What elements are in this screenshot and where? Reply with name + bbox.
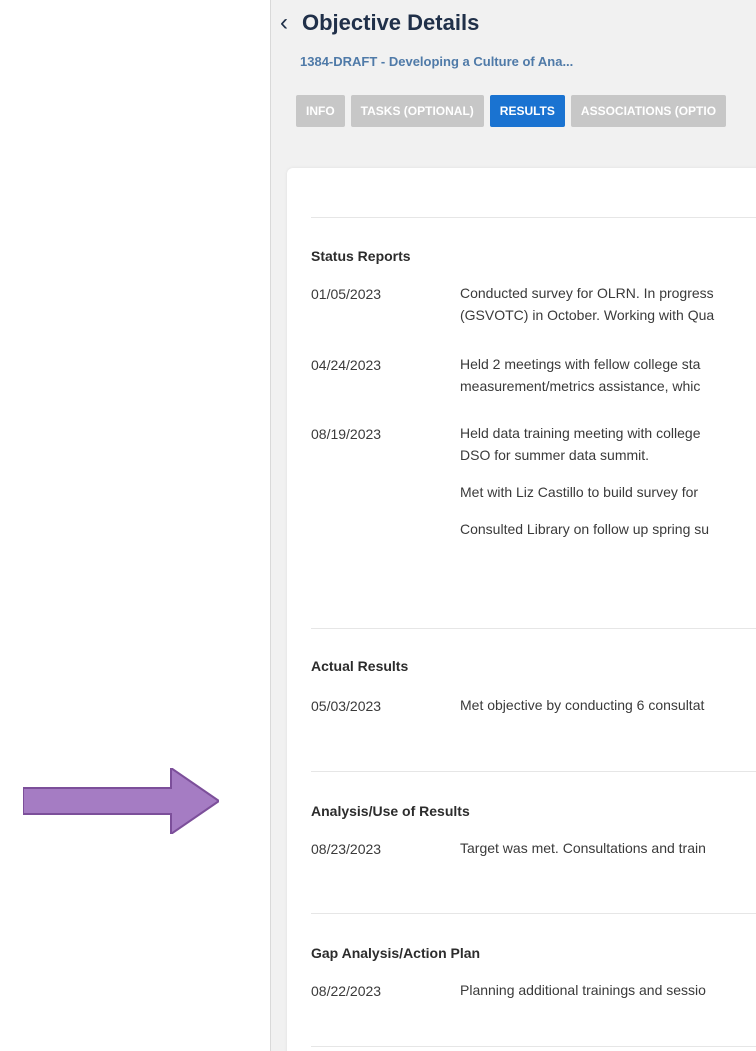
status-report-text-3-line-3: Met with Liz Castillo to build survey fo… <box>460 484 699 500</box>
objective-details-panel: ‹ Objective Details 1384-DRAFT - Develop… <box>270 0 756 1051</box>
breadcrumb[interactable]: 1384-DRAFT - Developing a Culture of Ana… <box>300 54 573 69</box>
tab-info[interactable]: INFO <box>296 95 345 127</box>
page-header: ‹ Objective Details 1384-DRAFT - Develop… <box>271 0 756 148</box>
actual-results-title: Actual Results <box>311 658 409 674</box>
title-row: ‹ Objective Details <box>280 8 479 38</box>
status-report-date-1: 01/05/2023 <box>311 286 382 302</box>
section-divider <box>311 913 756 914</box>
status-reports-title: Status Reports <box>311 248 411 264</box>
analysis-date-1: 08/23/2023 <box>311 841 382 857</box>
chevron-left-icon[interactable]: ‹ <box>280 8 300 38</box>
actual-results-date-1: 05/03/2023 <box>311 698 382 714</box>
status-report-date-3: 08/19/2023 <box>311 426 382 442</box>
tab-associations-optional[interactable]: ASSOCIATIONS (OPTIO <box>570 95 727 127</box>
status-report-text-3-line-4: Consulted Library on follow up spring su <box>460 521 710 537</box>
status-report-text-1-line-2: (GSVOTC) in October. Working with Qua <box>460 307 715 323</box>
actual-results-text-1: Met objective by conducting 6 consultat <box>460 697 705 713</box>
section-divider <box>311 771 756 772</box>
tab-bar: INFO TASKS (OPTIONAL) RESULTS ASSOCIATIO… <box>296 95 727 127</box>
status-report-text-3-line-2: DSO for summer data summit. <box>460 447 650 463</box>
section-divider <box>311 1046 756 1047</box>
gap-analysis-text-1: Planning additional trainings and sessio <box>460 982 706 998</box>
section-divider <box>311 628 756 629</box>
gap-analysis-action-plan-title: Gap Analysis/Action Plan <box>311 945 481 961</box>
section-divider <box>311 217 756 218</box>
status-report-text-2-line-1: Held 2 meetings with fellow college sta <box>460 356 701 372</box>
status-report-date-2: 04/24/2023 <box>311 357 382 373</box>
analysis-use-of-results-title: Analysis/Use of Results <box>311 803 470 819</box>
page-title: Objective Details <box>302 10 480 35</box>
status-report-text-2-line-2: measurement/metrics assistance, whic <box>460 378 701 394</box>
tab-tasks-optional[interactable]: TASKS (OPTIONAL) <box>350 95 484 127</box>
gap-analysis-date-1: 08/22/2023 <box>311 983 382 999</box>
tab-results[interactable]: RESULTS <box>489 95 565 127</box>
status-report-text-3-line-1: Held data training meeting with college <box>460 425 701 441</box>
annotation-arrow <box>23 768 219 834</box>
analysis-text-1: Target was met. Consultations and train <box>460 840 706 856</box>
results-card: Status Reports 01/05/2023 Conducted surv… <box>287 168 756 1051</box>
status-report-text-1-line-1: Conducted survey for OLRN. In progress <box>460 285 714 301</box>
